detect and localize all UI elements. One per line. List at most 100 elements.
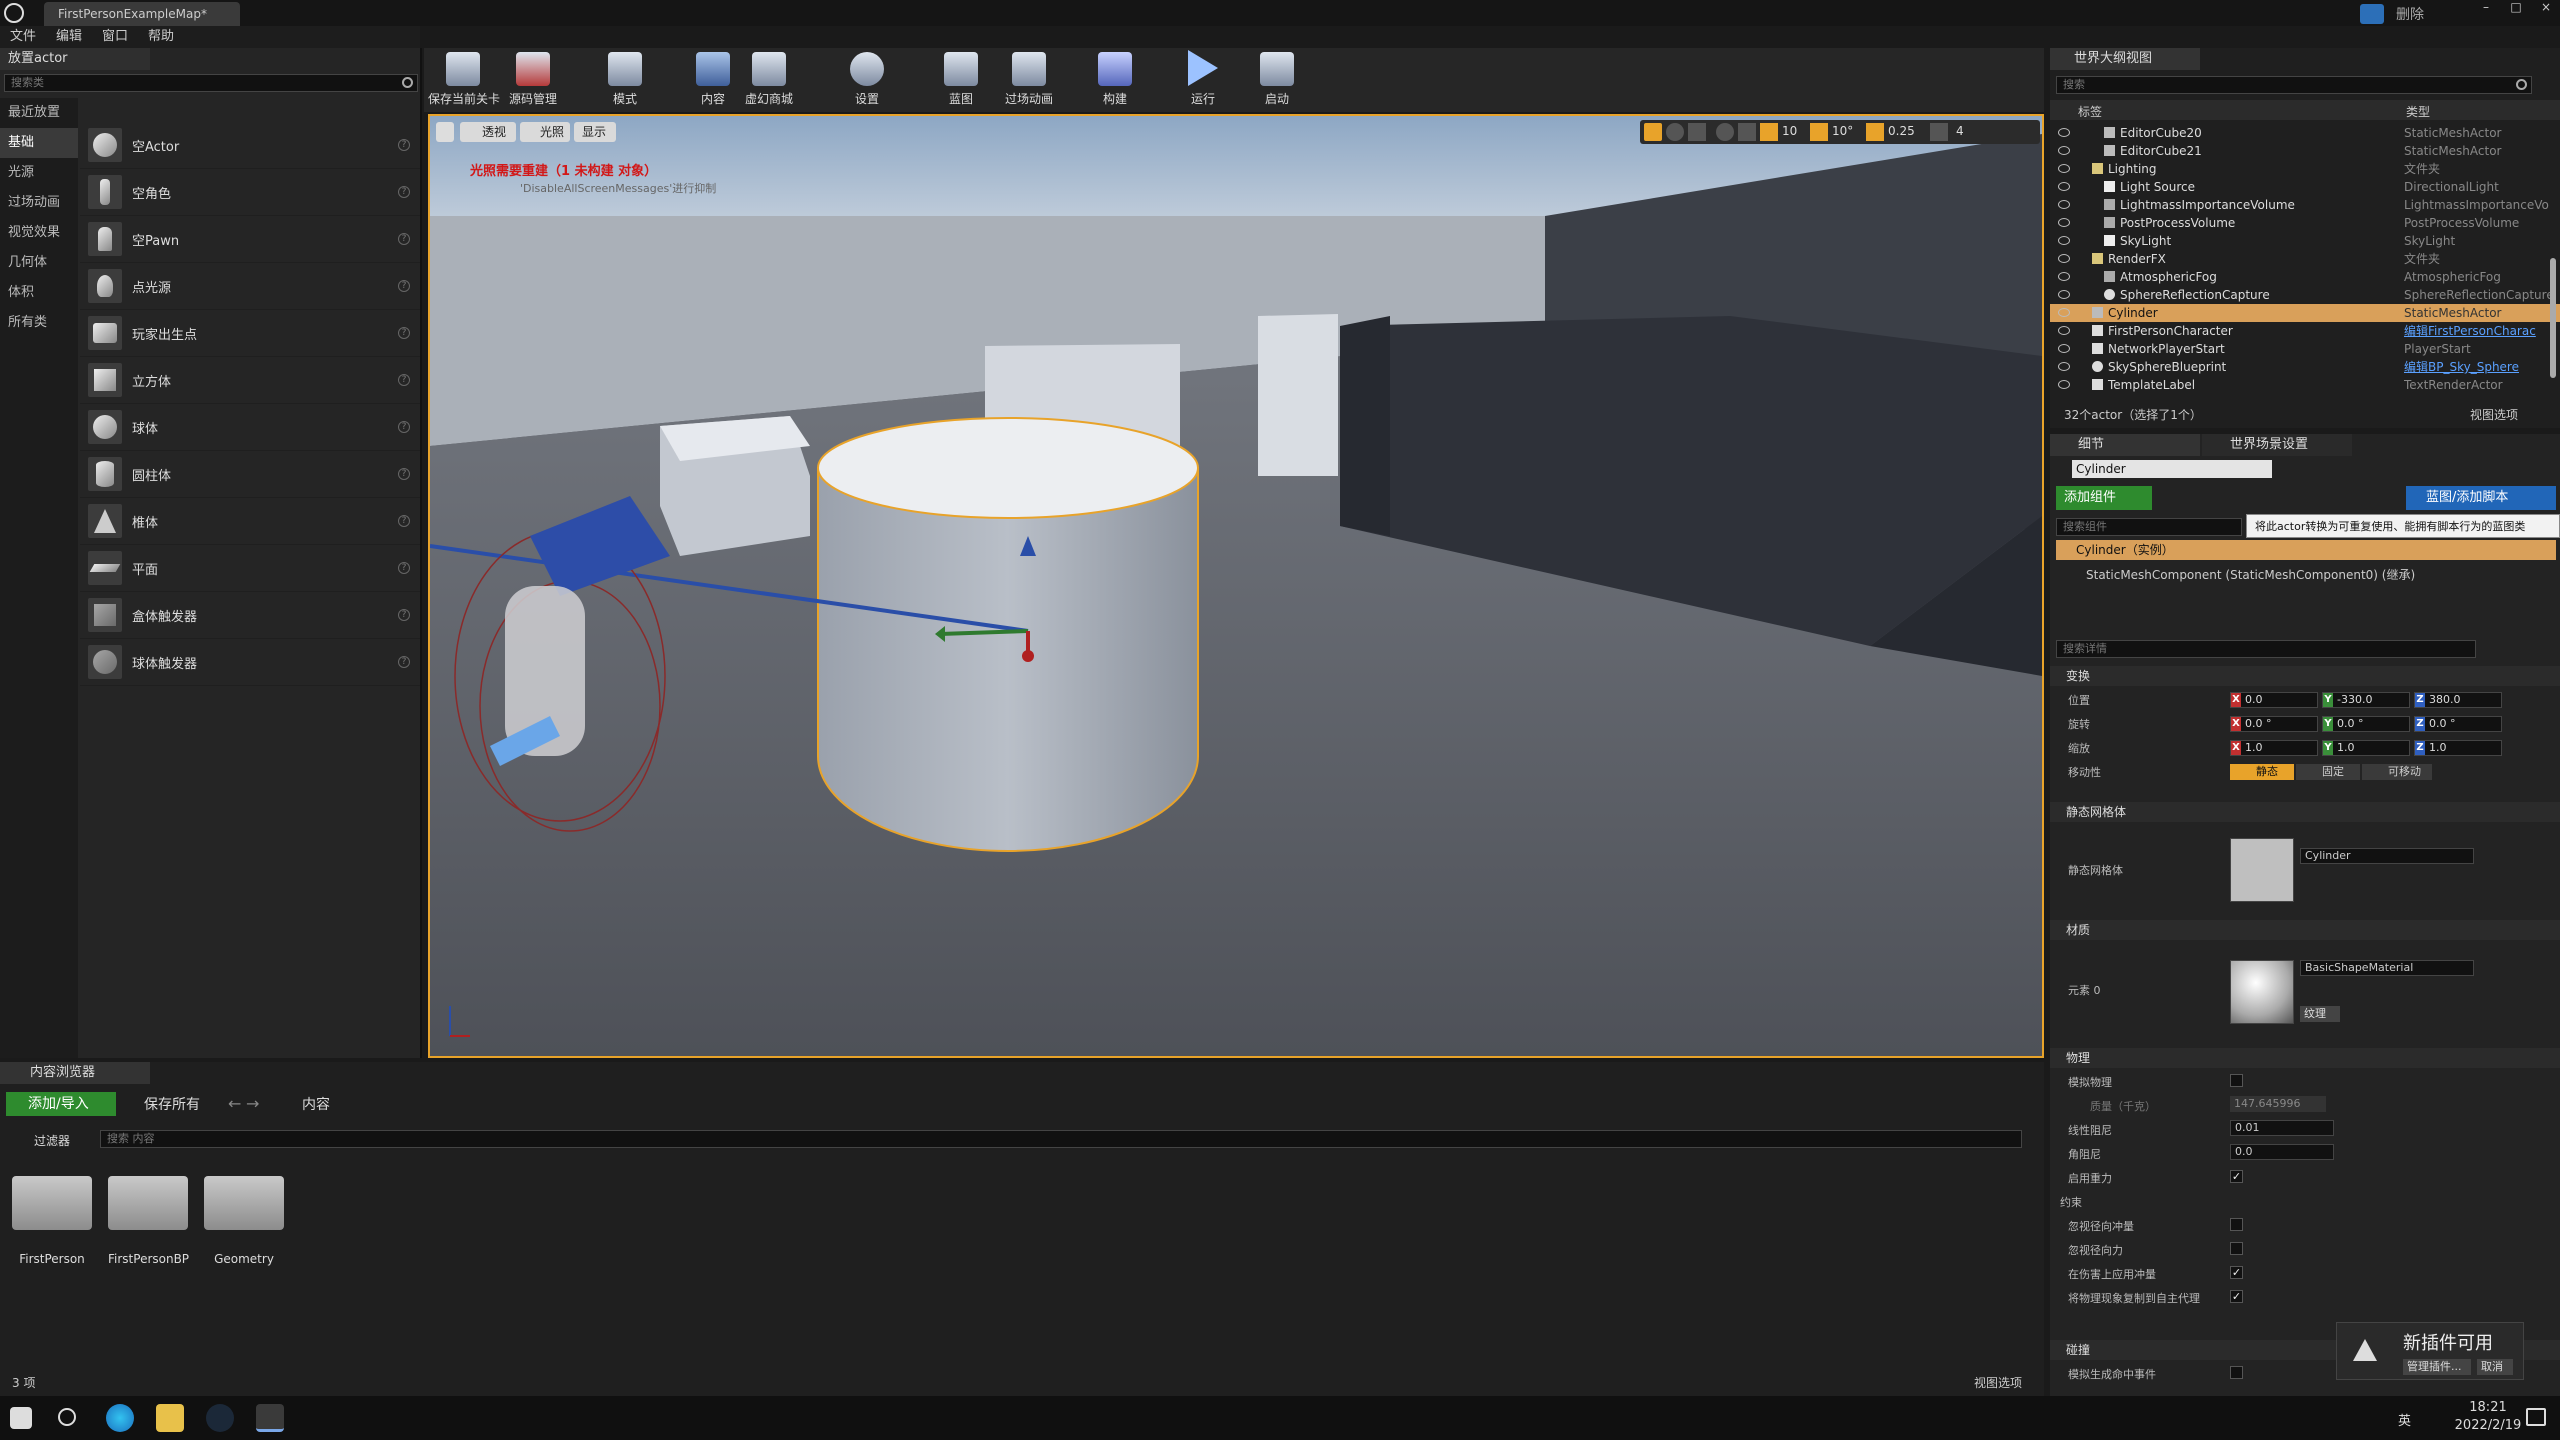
help-icon[interactable]: ? [398,327,410,339]
help-icon[interactable]: ? [398,468,410,480]
minimize-button[interactable]: – [2472,0,2500,20]
help-icon[interactable]: ? [398,421,410,433]
material-thumbnail-icon[interactable] [2230,960,2294,1024]
outliner-row-type[interactable]: 编辑FirstPersonCharac [2404,322,2552,340]
physics-section[interactable]: 物理 [2050,1048,2560,1068]
scale-z-field[interactable]: Z 1.0 [2414,740,2502,756]
save-level-button[interactable]: 保存当前关卡 [428,48,500,112]
help-icon[interactable]: ? [398,515,410,527]
menu-window[interactable]: 窗口 [92,26,138,48]
viewport-options-button[interactable] [436,122,454,142]
outliner-row[interactable]: FirstPersonCharacter 编辑FirstPersonCharac [2050,322,2560,340]
texture-button[interactable]: 纹理 [2300,1006,2340,1022]
static-mesh-component-row[interactable]: StaticMeshComponent (StaticMeshComponent… [2086,566,2415,583]
rotation-x-field[interactable]: X 0.0 ° [2230,716,2318,732]
blueprints-button[interactable]: 蓝图 [926,48,996,112]
scale-snap-icon[interactable] [1866,123,1884,141]
outliner-row[interactable]: PostProcessVolume PostProcessVolume [2050,214,2560,232]
category-all-classes[interactable]: 所有类 [0,308,78,338]
outliner-row[interactable]: EditorCube21 StaticMeshActor [2050,142,2560,160]
ime-indicator[interactable]: 英 [2398,1410,2411,1429]
menu-edit[interactable]: 编辑 [46,26,92,48]
help-icon[interactable]: ? [398,609,410,621]
modes-button[interactable]: 模式 [590,48,660,112]
mobility-static-button[interactable]: 静态 [2230,764,2294,780]
mobility-movable-button[interactable]: 可移动 [2362,764,2432,780]
rotation-snap-value[interactable]: 10° [1832,124,1853,138]
visibility-eye-icon[interactable] [2058,326,2070,335]
actor-item-box-trigger[interactable]: 盒体触发器? [80,592,420,639]
manage-plugins-button[interactable]: 管理插件... [2403,1359,2471,1375]
visibility-eye-icon[interactable] [2058,182,2070,191]
play-button[interactable]: 运行 [1168,48,1238,112]
actor-item-point-light[interactable]: 点光源? [80,263,420,310]
rotation-y-field[interactable]: Y 0.0 ° [2322,716,2410,732]
scale-snap-value[interactable]: 0.25 [1888,124,1915,138]
outliner-row-type[interactable]: 编辑BP_Sky_Sphere [2404,358,2552,376]
visibility-eye-icon[interactable] [2058,308,2070,317]
unreal-engine-icon[interactable] [256,1404,284,1432]
menu-help[interactable]: 帮助 [138,26,184,48]
location-x-field[interactable]: X 0.0 [2230,692,2318,708]
save-all-button[interactable]: 保存所有 [124,1094,200,1114]
source-control-button[interactable]: 源码管理 [498,48,568,112]
actor-item-sphere-trigger[interactable]: 球体触发器? [80,639,420,686]
outliner-row[interactable]: Lighting 文件夹 [2050,160,2560,178]
back-arrow-icon[interactable]: ← [228,1094,241,1113]
content-search-input[interactable]: 搜索 内容 [100,1130,2022,1148]
outliner-search-input[interactable]: 搜索 [2056,76,2532,94]
actor-item-empty-pawn[interactable]: 空Pawn? [80,216,420,263]
visibility-eye-icon[interactable] [2058,146,2070,155]
world-settings-tab[interactable]: 世界场景设置 [2202,434,2352,456]
location-y-field[interactable]: Y -330.0 [2322,692,2410,708]
location-z-field[interactable]: Z 380.0 [2414,692,2502,708]
help-icon[interactable]: ? [398,656,410,668]
world-space-icon[interactable] [1716,123,1734,141]
details-search-input[interactable]: 搜索详情 [2056,640,2476,658]
rotation-z-field[interactable]: Z 0.0 ° [2414,716,2502,732]
folder-firstpersonbp[interactable]: FirstPersonBP [108,1168,189,1268]
cinematics-button[interactable]: 过场动画 [994,48,1064,112]
class-search-input[interactable]: 搜索类 [4,74,418,92]
category-geometry[interactable]: 几何体 [0,248,78,278]
category-lights[interactable]: 光源 [0,158,78,188]
notification-icon[interactable] [2526,1408,2546,1426]
cylinder-thumbnail-icon[interactable] [2230,838,2294,902]
content-browser-tab[interactable]: 内容浏览器 [0,1062,150,1084]
outliner-view-options[interactable]: 视图选项 [2470,406,2518,423]
static-mesh-section[interactable]: 静态网格体 [2050,802,2560,822]
folder-geometry[interactable]: Geometry [204,1168,284,1268]
angular-damping-field[interactable]: 0.0 [2230,1144,2334,1160]
generate-overlap-checkbox[interactable] [2230,1366,2243,1379]
filters-button[interactable]: 过滤器 [30,1132,70,1149]
menu-file[interactable]: 文件 [0,26,46,48]
perspective-button[interactable]: 透视 [460,122,516,142]
actor-item-sphere[interactable]: 球体? [80,404,420,451]
outliner-row[interactable]: SkyLight SkyLight [2050,232,2560,250]
scene-render[interactable] [430,116,2042,1056]
actor-item-empty-actor[interactable]: 空Actor? [80,122,420,169]
clock-time[interactable]: 18:21 [2458,1400,2518,1415]
visibility-eye-icon[interactable] [2058,128,2070,137]
visibility-eye-icon[interactable] [2058,344,2070,353]
actor-name-input[interactable]: Cylinder [2072,460,2272,478]
clock-date[interactable]: 2022/2/19 [2440,1418,2536,1433]
material-dropdown[interactable]: BasicShapeMaterial [2300,960,2474,976]
category-basic[interactable]: 基础 [0,128,78,158]
forward-arrow-icon[interactable]: → [246,1094,259,1113]
replicate-physics-checkbox[interactable]: ✓ [2230,1290,2243,1303]
rotation-snap-icon[interactable] [1810,123,1828,141]
maximize-button[interactable]: □ [2502,0,2530,20]
ignore-radial-impulse-checkbox[interactable] [2230,1218,2243,1231]
scale-y-field[interactable]: Y 1.0 [2322,740,2410,756]
visibility-eye-icon[interactable] [2058,200,2070,209]
details-tab[interactable]: 细节 [2050,434,2200,456]
visibility-eye-icon[interactable] [2058,236,2070,245]
help-icon[interactable]: ? [398,562,410,574]
help-icon[interactable]: ? [398,233,410,245]
category-cinematic[interactable]: 过场动画 [0,188,78,218]
ignore-radial-force-checkbox[interactable] [2230,1242,2243,1255]
transform-section[interactable]: 变换 [2050,666,2560,686]
rotate-tool-icon[interactable] [1666,123,1684,141]
instance-row[interactable]: Cylinder（实例） [2056,540,2556,560]
